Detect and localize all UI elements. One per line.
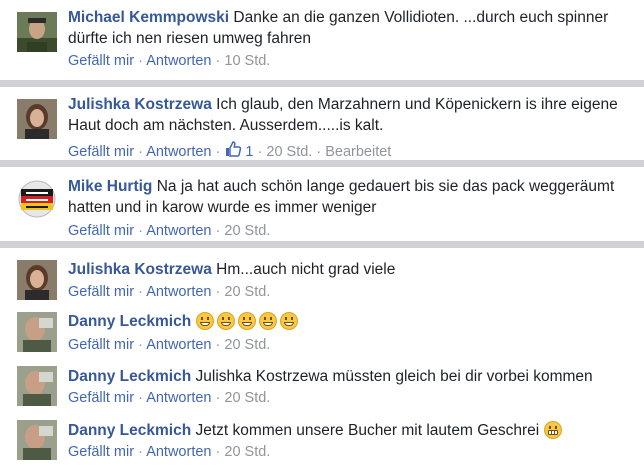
laughing-emoji-icon (216, 312, 235, 330)
avatar[interactable] (17, 420, 57, 460)
comment-actions: Gefällt mir · Antworten · 20 Std. (68, 442, 270, 462)
comment-body: Danny Leckmich Jetzt kommen unsere Buche… (68, 420, 632, 441)
author-name[interactable]: Julishka Kostrzewa (68, 96, 212, 113)
like-link[interactable]: Gefällt mir (68, 144, 134, 160)
divider (0, 160, 644, 167)
author-name[interactable]: Danny Leckmich (68, 368, 191, 385)
avatar[interactable] (17, 12, 57, 52)
comment-text: Jetzt kommen unsere Bucher mit lautem Ge… (195, 422, 540, 439)
likes-count-value: 1 (245, 144, 254, 160)
comment-body: Danny Leckmich (68, 311, 632, 332)
comment-text: Julishka Kostrzewa müssten gleich bei di… (195, 368, 593, 385)
comment-actions: Gefällt mir · Antworten · 20 Std. (68, 282, 270, 302)
separator: · (138, 223, 143, 239)
author-name[interactable]: Danny Leckmich (68, 422, 191, 439)
edited-label[interactable]: Bearbeitet (325, 144, 391, 160)
separator: · (138, 444, 143, 460)
separator: · (138, 390, 143, 406)
separator: · (215, 53, 221, 69)
separator: · (215, 337, 221, 353)
timestamp[interactable]: 20 Std. (224, 444, 270, 460)
reply-link[interactable]: Antworten (146, 337, 211, 353)
timestamp[interactable]: 20 Std. (224, 284, 270, 300)
separator: · (215, 284, 221, 300)
separator: · (138, 337, 143, 353)
timestamp[interactable]: 20 Std. (224, 223, 270, 239)
separator: · (316, 144, 322, 160)
comment-body: Mike Hurtig Na ja hat auch schön lange g… (68, 176, 632, 218)
author-name[interactable]: Mike Hurtig (68, 178, 152, 195)
comment-body: Julishka Kostrzewa Hm...auch nicht grad … (68, 259, 632, 280)
avatar[interactable] (17, 179, 57, 219)
reply-link[interactable]: Antworten (146, 444, 211, 460)
comment-actions: Gefällt mir · Antworten · 20 Std. (68, 335, 270, 355)
divider (0, 241, 644, 248)
avatar[interactable] (17, 260, 57, 300)
like-link[interactable]: Gefällt mir (68, 444, 134, 460)
separator: · (257, 144, 263, 160)
like-link[interactable]: Gefällt mir (68, 337, 134, 353)
separator: · (138, 144, 143, 160)
author-name[interactable]: Danny Leckmich (68, 313, 191, 330)
separator: · (215, 223, 221, 239)
author-name[interactable]: Julishka Kostrzewa (68, 261, 212, 278)
reply-link[interactable]: Antworten (146, 53, 211, 69)
comment-actions: Gefällt mir · Antworten · 10 Std. (68, 51, 270, 71)
like-link[interactable]: Gefällt mir (68, 390, 134, 406)
timestamp[interactable]: 20 Std. (266, 144, 312, 160)
laughing-emoji-icon (258, 312, 277, 330)
reply-link[interactable]: Antworten (146, 284, 211, 300)
comment-text: Hm...auch nicht grad viele (216, 261, 396, 278)
reply-link[interactable]: Antworten (146, 223, 211, 239)
reply-link[interactable]: Antworten (146, 390, 211, 406)
reply-link[interactable]: Antworten (146, 144, 211, 160)
laughing-emoji-icon (195, 312, 214, 330)
timestamp[interactable]: 10 Std. (224, 53, 270, 69)
separator: · (138, 53, 143, 69)
laughing-emoji-icon (237, 312, 256, 330)
like-link[interactable]: Gefällt mir (68, 223, 134, 239)
timestamp[interactable]: 20 Std. (224, 337, 270, 353)
timestamp[interactable]: 20 Std. (224, 390, 270, 406)
comment-body: Michael Kemmpowski Danke an die ganzen V… (68, 7, 632, 49)
separator: · (215, 444, 221, 460)
like-link[interactable]: Gefällt mir (68, 284, 134, 300)
grimacing-emoji-icon (543, 421, 562, 439)
divider (0, 80, 644, 87)
comment-body: Julishka Kostrzewa Ich glaub, den Marzah… (68, 94, 632, 136)
laughing-emoji-icon (279, 312, 298, 330)
avatar[interactable] (17, 99, 57, 139)
comment-feed: Michael Kemmpowski Danke an die ganzen V… (0, 0, 644, 468)
separator: · (215, 390, 221, 406)
separator: · (215, 144, 221, 160)
comment-body: Danny Leckmich Julishka Kostrzewa müsste… (68, 366, 632, 387)
author-name[interactable]: Michael Kemmpowski (68, 9, 229, 26)
avatar[interactable] (17, 312, 57, 352)
comment-actions: Gefällt mir · Antworten · 20 Std. (68, 388, 270, 408)
likes-count[interactable]: 1 (224, 141, 257, 160)
separator: · (138, 284, 143, 300)
emoji-group (195, 312, 301, 330)
comment-actions: Gefällt mir · Antworten · 20 Std. (68, 221, 270, 241)
avatar[interactable] (17, 366, 57, 406)
like-link[interactable]: Gefällt mir (68, 53, 134, 69)
